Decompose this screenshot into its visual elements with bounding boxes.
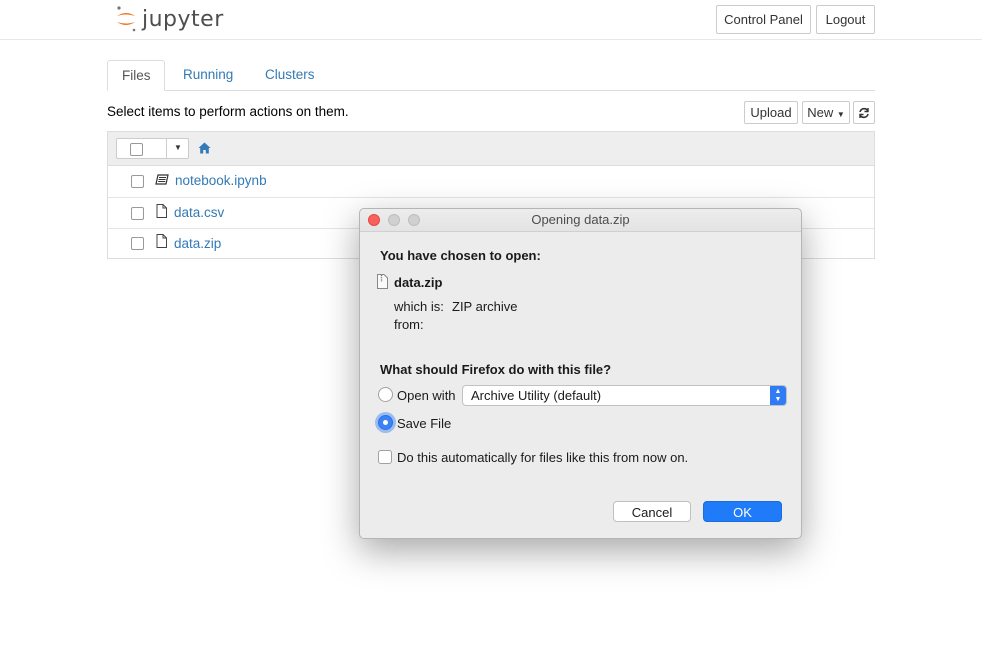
file-list-header: ▼ bbox=[108, 132, 874, 166]
from-label: from: bbox=[394, 317, 424, 332]
logo-text: jupyter bbox=[142, 6, 224, 32]
logout-button[interactable]: Logout bbox=[816, 5, 875, 34]
open-with-value: Archive Utility (default) bbox=[471, 388, 602, 403]
jupyter-logo-icon bbox=[117, 6, 136, 32]
radio-dot bbox=[383, 420, 388, 425]
row-checkbox[interactable] bbox=[131, 175, 144, 188]
new-button[interactable]: New ▼ bbox=[802, 101, 850, 124]
file-link[interactable]: notebook.ipynb bbox=[175, 173, 267, 188]
select-all-dropdown[interactable]: ▼ bbox=[116, 138, 189, 159]
selection-hint: Select items to perform actions on them. bbox=[107, 104, 349, 119]
ok-button[interactable]: OK bbox=[703, 501, 782, 522]
which-is-label: which is: bbox=[394, 299, 444, 314]
select-all-checkbox[interactable] bbox=[130, 143, 143, 156]
file-link[interactable]: data.zip bbox=[174, 236, 221, 251]
refresh-icon bbox=[859, 107, 869, 119]
file-icon bbox=[156, 204, 167, 218]
caret-down-icon: ▼ bbox=[836, 110, 845, 119]
row-checkbox[interactable] bbox=[131, 237, 144, 250]
download-dialog: Opening data.zip You have chosen to open… bbox=[359, 208, 802, 539]
tab-running[interactable]: Running bbox=[169, 60, 247, 90]
save-file-label[interactable]: Save File bbox=[397, 416, 451, 431]
row-checkbox[interactable] bbox=[131, 207, 144, 220]
chosen-label: You have chosen to open: bbox=[380, 248, 541, 263]
open-with-select[interactable]: Archive Utility (default) ▲ ▼ bbox=[462, 385, 787, 406]
header-bar: jupyter Control Panel Logout bbox=[0, 0, 982, 40]
dialog-question: What should Firefox do with this file? bbox=[380, 362, 612, 377]
auto-label[interactable]: Do this automatically for files like thi… bbox=[397, 450, 688, 465]
dialog-title: Opening data.zip bbox=[531, 212, 630, 227]
open-with-label[interactable]: Open with bbox=[397, 388, 456, 403]
cancel-button[interactable]: Cancel bbox=[613, 501, 691, 522]
zip-file-icon bbox=[377, 274, 388, 289]
dialog-filename: data.zip bbox=[394, 275, 443, 290]
tab-files[interactable]: Files bbox=[107, 60, 165, 91]
caret-down-icon: ▼ bbox=[174, 143, 182, 152]
which-is-value: ZIP archive bbox=[452, 299, 518, 314]
control-panel-button[interactable]: Control Panel bbox=[716, 5, 811, 34]
refresh-button[interactable] bbox=[853, 101, 875, 124]
jupyter-logo[interactable]: jupyter bbox=[114, 3, 224, 35]
new-button-label: New bbox=[807, 105, 834, 120]
upload-button[interactable]: Upload bbox=[744, 101, 798, 124]
dialog-titlebar[interactable]: Opening data.zip bbox=[360, 209, 801, 232]
tab-clusters[interactable]: Clusters bbox=[251, 60, 329, 90]
dropdown-divider bbox=[166, 139, 167, 158]
select-stepper-icon: ▲ ▼ bbox=[770, 386, 786, 405]
save-file-radio[interactable] bbox=[378, 415, 393, 430]
file-icon bbox=[156, 234, 167, 248]
notebook-icon bbox=[155, 174, 169, 185]
home-icon[interactable] bbox=[198, 142, 211, 154]
open-with-radio[interactable] bbox=[378, 387, 393, 402]
file-link[interactable]: data.csv bbox=[174, 205, 224, 220]
tab-bar: Files Running Clusters bbox=[107, 60, 875, 91]
list-item[interactable]: notebook.ipynb bbox=[108, 166, 874, 198]
auto-checkbox[interactable] bbox=[378, 450, 392, 464]
